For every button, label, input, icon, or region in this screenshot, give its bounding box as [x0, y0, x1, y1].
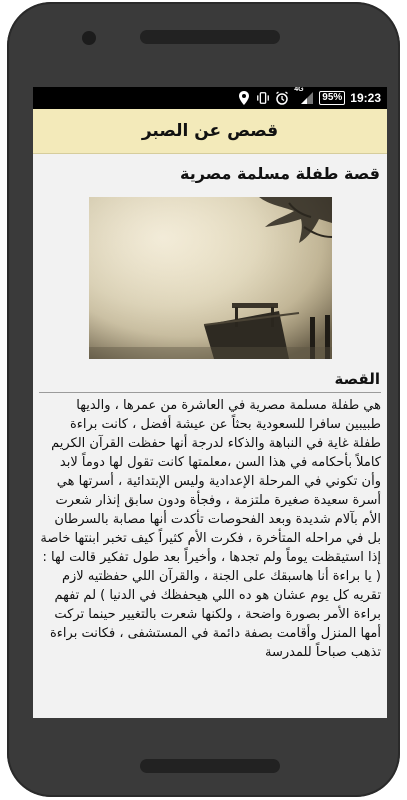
story-photo — [89, 197, 332, 359]
clock: 19:23 — [350, 91, 381, 105]
story-content[interactable]: قصة طفلة مسلمة مصرية القصة هي طفلة مسلمة… — [33, 153, 387, 718]
bottom-speaker — [140, 759, 280, 773]
alarm-icon — [275, 91, 289, 105]
network-type: 4G — [294, 87, 304, 93]
section-divider — [39, 392, 381, 393]
phone-frame: 4G 95% 19:23 قصص عن الصبر قصة طفلة مسلمة… — [7, 2, 400, 797]
signal-icon: 4G — [294, 87, 314, 105]
status-bar: 4G 95% 19:23 — [33, 87, 387, 109]
story-body: هي طفلة مسلمة مصرية في العاشرة من عمرها … — [40, 398, 381, 660]
earpiece-speaker — [140, 30, 280, 44]
app-bar: قصص عن الصبر — [33, 109, 387, 154]
story-title: قصة طفلة مسلمة مصرية — [180, 164, 380, 183]
front-camera — [82, 31, 96, 45]
screen: 4G 95% 19:23 قصص عن الصبر قصة طفلة مسلمة… — [33, 87, 387, 718]
location-icon — [237, 91, 251, 105]
vibrate-icon — [256, 91, 270, 105]
app-bar-title: قصص عن الصبر — [141, 121, 279, 141]
section-title: القصة — [334, 370, 380, 388]
battery-indicator: 95% — [319, 91, 346, 105]
